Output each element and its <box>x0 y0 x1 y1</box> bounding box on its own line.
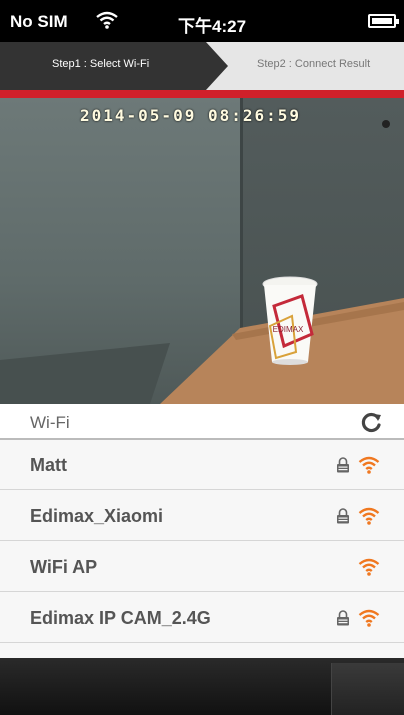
wifi-network-row[interactable]: Edimax_Xiaomi <box>0 491 404 541</box>
wifi-network-row[interactable]: Edimax IP CAM_2.4G <box>0 593 404 643</box>
wifi-network-list: Matt Edimax_Xiaomi WiFi AP Edimax IP CAM… <box>0 440 404 658</box>
step1-label: Step1 : Select Wi-Fi <box>52 58 150 70</box>
wall-dot <box>382 120 390 128</box>
camera-preview: EDIMAX 2014-05-09 08:26:59 <box>0 98 404 404</box>
lock-icon <box>337 457 349 473</box>
carrier-label: No SIM <box>10 12 68 31</box>
wifi-network-name: Edimax_Xiaomi <box>30 506 164 526</box>
wifi-signal-icon <box>358 456 380 474</box>
wifi-icon <box>96 11 118 29</box>
wifi-network-name: Matt <box>30 455 67 475</box>
paper-cup-image: EDIMAX <box>262 276 318 365</box>
wifi-network-row[interactable]: WiFi AP <box>0 542 404 592</box>
clock-label: 下午4:27 <box>178 17 247 36</box>
desk-surface <box>0 298 404 404</box>
wifi-signal-icon <box>358 609 380 627</box>
wifi-network-name: Edimax IP CAM_2.4G <box>30 608 211 628</box>
step-indicator: Step1 : Select Wi-Fi Step2 : Connect Res… <box>0 42 404 90</box>
lock-icon <box>337 508 349 524</box>
accent-divider <box>0 90 404 98</box>
battery-icon <box>368 14 399 28</box>
wifi-network-row[interactable]: Matt <box>0 440 404 490</box>
wifi-signal-icon <box>358 558 380 576</box>
status-bar: No SIM 下午4:27 <box>0 0 404 42</box>
wifi-network-name: WiFi AP <box>30 557 98 577</box>
refresh-icon[interactable] <box>360 412 382 434</box>
cup-logo-text: EDIMAX <box>273 325 304 334</box>
wifi-section-header: Wi-Fi <box>0 404 404 440</box>
toolbar-next-button[interactable] <box>331 663 404 715</box>
wifi-section-title: Wi-Fi <box>30 413 70 432</box>
wifi-signal-icon <box>358 507 380 525</box>
camera-timestamp: 2014-05-09 08:26:59 <box>80 106 302 125</box>
step-arrow <box>206 42 228 90</box>
lock-icon <box>337 610 349 626</box>
step2-label: Step2 : Connect Result <box>257 58 371 70</box>
